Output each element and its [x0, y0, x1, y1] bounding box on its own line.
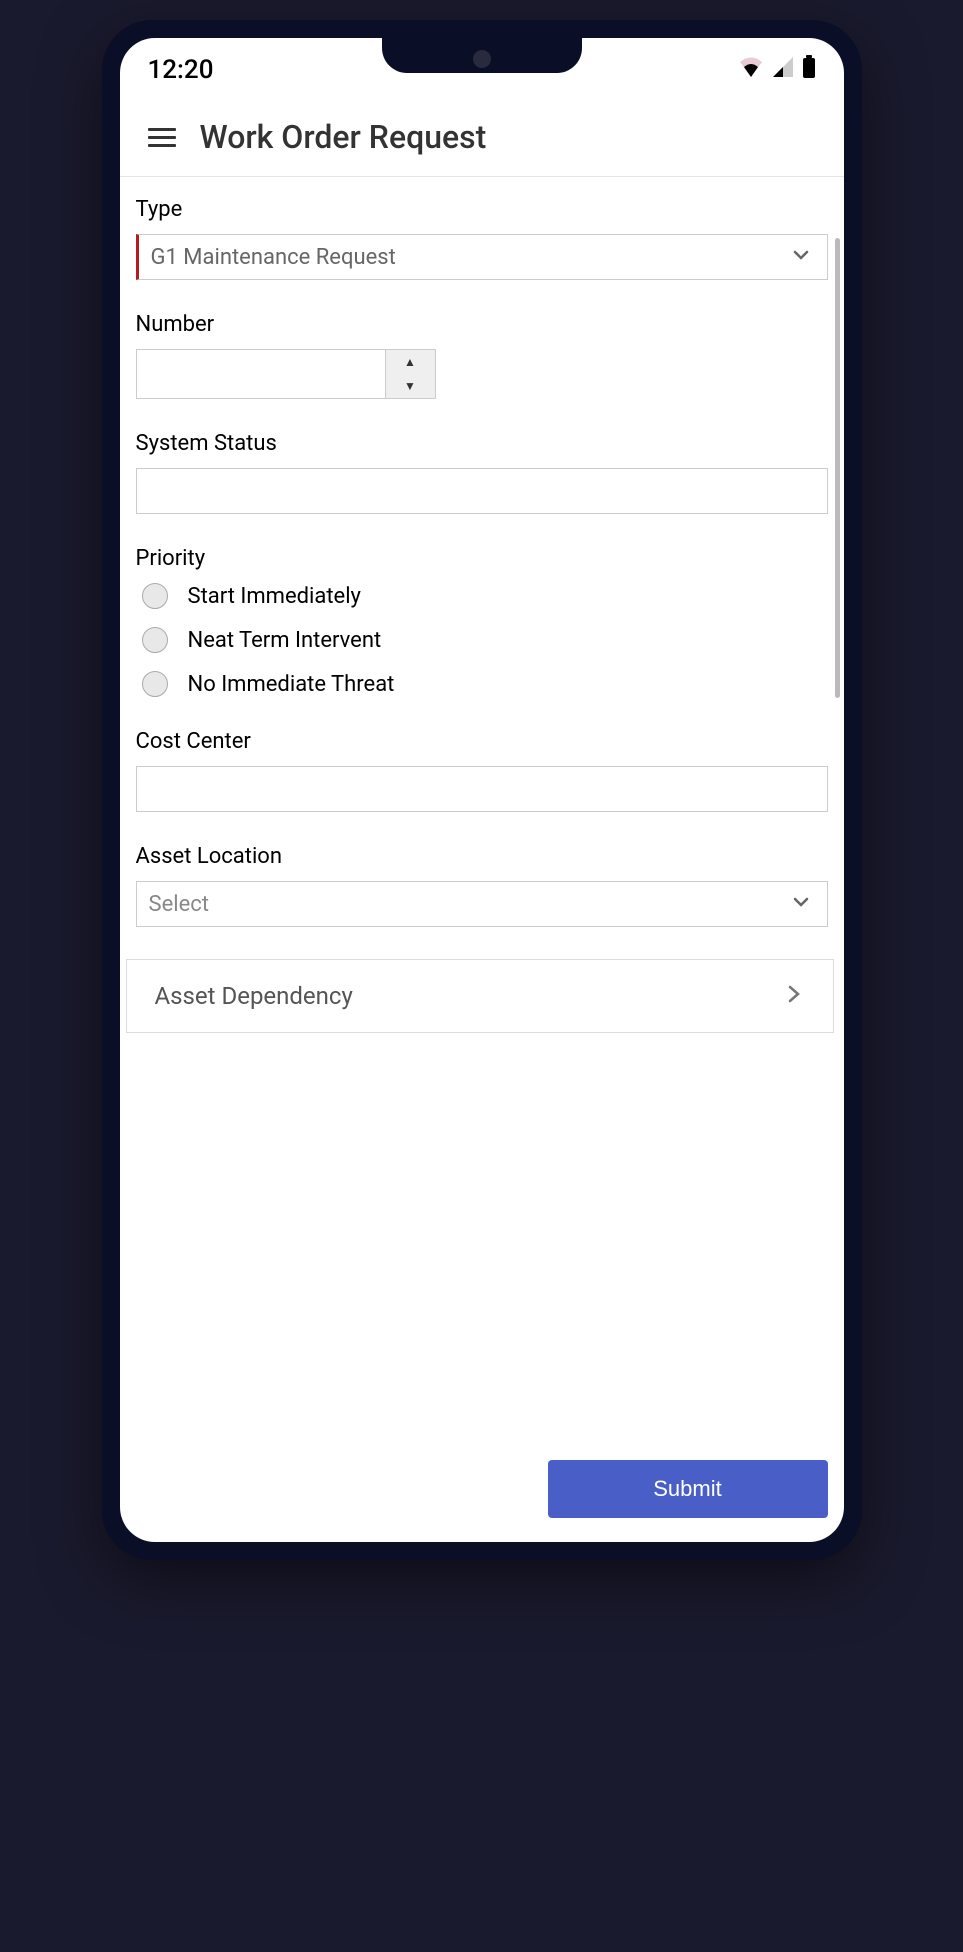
asset-dependency-nav[interactable]: Asset Dependency — [126, 959, 834, 1033]
field-priority: Priority Start Immediately Neat Term Int… — [136, 546, 828, 697]
asset-location-placeholder: Select — [149, 892, 209, 917]
radio-icon — [142, 671, 168, 697]
priority-option-label: No Immediate Threat — [188, 672, 395, 697]
app-header: Work Order Request — [120, 98, 844, 177]
field-cost-center: Cost Center — [136, 729, 828, 812]
chevron-down-icon — [789, 890, 813, 918]
cost-center-label: Cost Center — [136, 729, 828, 754]
chevron-down-icon — [789, 243, 813, 271]
asset-location-label: Asset Location — [136, 844, 828, 869]
asset-dependency-label: Asset Dependency — [155, 982, 353, 1010]
cost-center-input[interactable] — [136, 766, 828, 812]
form-content[interactable]: Type G1 Maintenance Request Number ▲ ▼ — [120, 177, 844, 1446]
field-type: Type G1 Maintenance Request — [136, 197, 828, 280]
priority-option-label: Neat Term Intervent — [188, 628, 382, 653]
spinner-down-button[interactable]: ▼ — [386, 374, 435, 398]
scroll-indicator[interactable] — [835, 238, 840, 698]
priority-option-2[interactable]: No Immediate Threat — [142, 671, 828, 697]
battery-icon — [802, 55, 816, 86]
radio-icon — [142, 583, 168, 609]
submit-button[interactable]: Submit — [548, 1460, 828, 1518]
priority-option-0[interactable]: Start Immediately — [142, 583, 828, 609]
phone-frame: 12:20 — [102, 20, 862, 1560]
priority-label: Priority — [136, 546, 828, 571]
type-value: G1 Maintenance Request — [151, 245, 396, 270]
priority-option-1[interactable]: Neat Term Intervent — [142, 627, 828, 653]
footer: Submit — [120, 1446, 844, 1542]
spinner-up-button[interactable]: ▲ — [386, 350, 435, 374]
chevron-right-icon — [783, 983, 805, 1009]
field-number: Number ▲ ▼ — [136, 312, 828, 399]
system-status-input[interactable] — [136, 468, 828, 514]
status-icons — [738, 55, 816, 86]
field-asset-location: Asset Location Select — [136, 844, 828, 927]
wifi-icon — [738, 55, 764, 85]
number-spinner: ▲ ▼ — [386, 349, 436, 399]
type-label: Type — [136, 197, 828, 222]
radio-icon — [142, 627, 168, 653]
phone-notch — [382, 38, 582, 73]
type-select[interactable]: G1 Maintenance Request — [136, 234, 828, 280]
number-label: Number — [136, 312, 828, 337]
field-system-status: System Status — [136, 431, 828, 514]
system-status-label: System Status — [136, 431, 828, 456]
status-time: 12:20 — [148, 55, 214, 85]
number-input[interactable] — [136, 349, 386, 399]
signal-icon — [772, 55, 794, 85]
page-title: Work Order Request — [200, 118, 487, 156]
phone-screen: 12:20 — [120, 38, 844, 1542]
menu-icon[interactable] — [148, 128, 176, 147]
asset-location-select[interactable]: Select — [136, 881, 828, 927]
priority-option-label: Start Immediately — [188, 584, 361, 609]
